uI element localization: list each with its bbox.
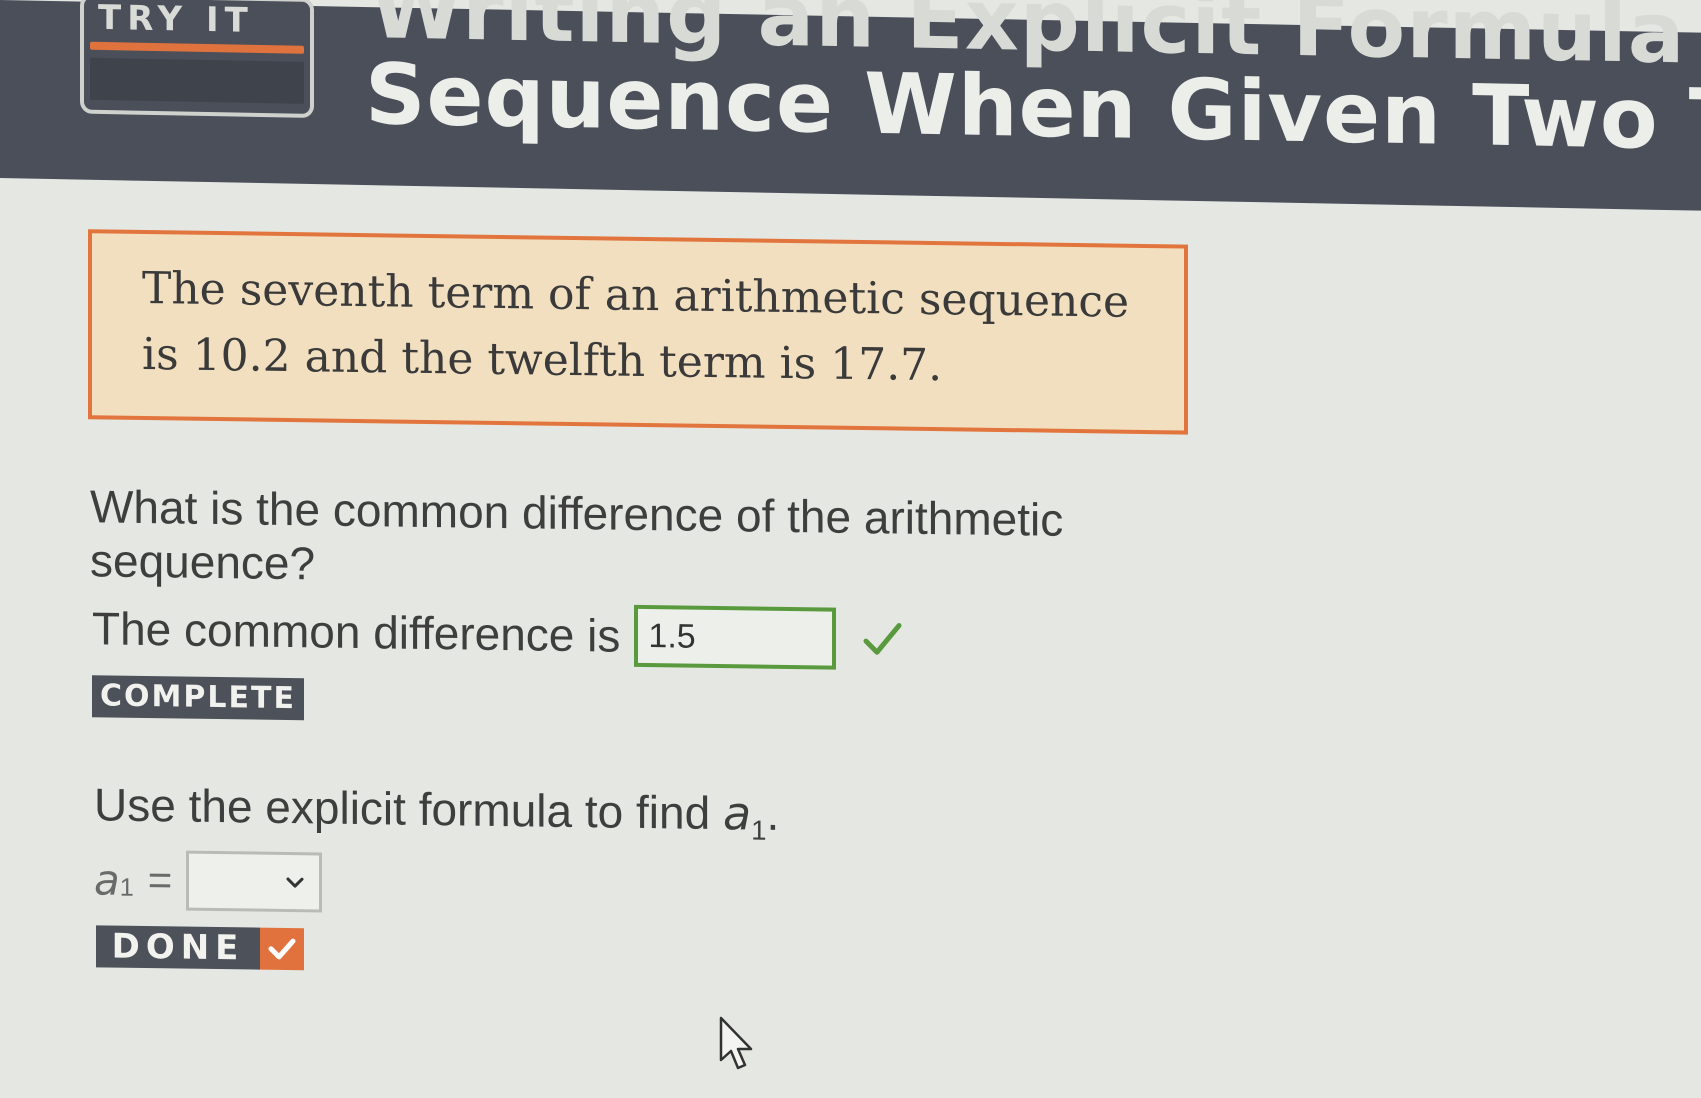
a1-answer-row: a1 = bbox=[94, 849, 323, 913]
variable-subscript: 1 bbox=[751, 814, 767, 846]
status-badge: COMPLETE bbox=[92, 675, 304, 721]
checkmark-icon bbox=[268, 938, 296, 960]
lesson-content: The seventh term of an arithmetic sequen… bbox=[0, 0, 1701, 1098]
variable-symbol: a bbox=[722, 786, 752, 841]
instruction-punctuation: . bbox=[766, 787, 780, 840]
a1-subscript: 1 bbox=[119, 873, 134, 903]
common-difference-answer-row: The common difference is 1.5 bbox=[92, 593, 902, 674]
done-button-label: DONE bbox=[96, 925, 260, 970]
common-difference-question: What is the common difference of the ari… bbox=[90, 480, 1064, 590]
equals-sign: = bbox=[147, 856, 173, 904]
instruction-text: Use the explicit formula to find bbox=[94, 778, 711, 839]
explicit-formula-instruction: Use the explicit formula to find a1. bbox=[94, 777, 780, 845]
checkmark-icon bbox=[863, 623, 902, 655]
done-button[interactable]: DONE bbox=[96, 925, 304, 971]
mouse-pointer-icon bbox=[719, 1016, 753, 1070]
chevron-down-icon bbox=[286, 877, 304, 888]
problem-statement-box: The seventh term of an arithmetic sequen… bbox=[88, 229, 1188, 435]
problem-statement-text: The seventh term of an arithmetic sequen… bbox=[142, 262, 1130, 392]
a1-dropdown[interactable] bbox=[186, 850, 323, 913]
done-check-box bbox=[260, 927, 304, 971]
common-difference-input[interactable]: 1.5 bbox=[634, 604, 837, 670]
a1-variable: a bbox=[94, 854, 120, 905]
answer-label: The common difference is bbox=[92, 602, 621, 662]
